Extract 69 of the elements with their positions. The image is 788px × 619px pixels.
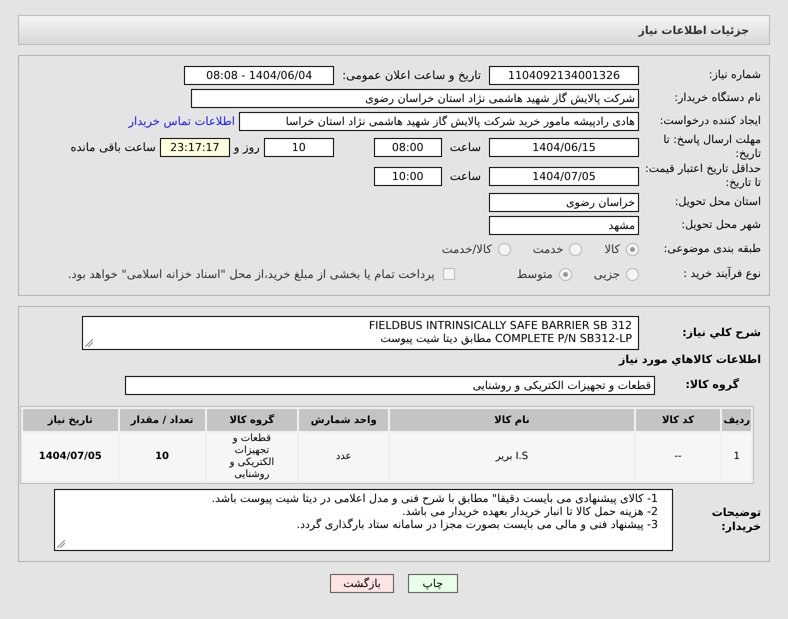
radio-label: متوسط — [516, 267, 553, 281]
field-label: نوع فرآيند خريد : — [682, 267, 762, 281]
need-number-field[interactable]: 1104092134001326 — [489, 66, 639, 84]
column-header: تعداد / مقدار — [120, 409, 205, 431]
column-header: رديف — [722, 409, 751, 431]
field-label: نام دستگاه خريدار: — [673, 91, 762, 105]
column-header: تاريخ نياز — [23, 409, 118, 431]
province-field[interactable]: خراسان رضوی — [489, 192, 639, 212]
resize-grip-icon[interactable] — [57, 540, 65, 548]
radio-label: کالا — [604, 242, 620, 256]
requester-field[interactable]: هادی رادپیشه مامور خرید شرکت پالایش گاز شهید هاشمی نژاد استان خراسا — [239, 112, 639, 130]
table-cell: 1 — [722, 433, 751, 481]
days-field[interactable]: 10 — [264, 138, 334, 156]
resize-grip-icon[interactable] — [85, 339, 93, 347]
announce-date-field[interactable]: 1404/06/04 - 08:08 — [184, 66, 334, 84]
time-label: ساعت — [450, 169, 481, 183]
field-label: توضيحات خريدار: — [710, 506, 762, 534]
radio-label: خدمت — [532, 242, 564, 256]
field-label: شماره نیاز: — [708, 68, 762, 82]
radio-button[interactable] — [626, 242, 639, 256]
description-line: COMPLETE P/N SB312-LP مطابق دیتا شیت پیوست — [379, 332, 632, 345]
field-label: گروه کالا: — [684, 378, 740, 392]
table-cell: 1404/07/05 — [23, 433, 118, 481]
deadline-time-field[interactable]: 08:00 — [374, 138, 442, 156]
radio-button[interactable] — [626, 268, 639, 280]
remaining-time-field: 23:17:17 — [160, 138, 230, 156]
section-title: اطلاعات کالاهاي مورد نياز — [618, 353, 762, 366]
field-label: مهلت ارسال پاسخ: تا تاريخ: — [662, 133, 762, 161]
column-header: گروه کالا — [206, 409, 298, 431]
page-title: جزئیات اطلاعات نیاز — [638, 24, 749, 36]
validity-date-field[interactable]: 1404/07/05 — [489, 166, 639, 186]
checkbox-label: پرداخت تمام يا بخشی از مبلغ خريد،از محل "اسناد خزانه اسلامی" خواهد بود. — [68, 267, 435, 281]
column-header: واحد شمارش — [299, 409, 388, 431]
note-line: 1- کالای پیشنهادی می بایست دقیقا" مطابق با شرح فنی و مدل اعلامی در دیتا شیت پیوست باشد. — [210, 492, 658, 505]
back-button[interactable]: بازگشت — [330, 574, 394, 593]
goods-group-field[interactable]: قطعات و تجهيزات الکتريکی و روشنايی — [125, 376, 655, 394]
remaining-label: ساعت باقی مانده — [70, 140, 156, 154]
buyer-org-field[interactable]: شرکت پالایش گاز شهید هاشمی نژاد استان خراسان رضوی — [191, 88, 639, 108]
field-label: شرح کلي نياز: — [681, 326, 762, 340]
field-label: تاريخ و ساعت اعلان عمومی: — [342, 68, 481, 82]
description-line: FIELDBUS INTRINSICALLY SAFE BARRIER SB 312 — [368, 319, 632, 332]
field-label: استان محل تحويل: — [674, 195, 762, 209]
validity-time-field[interactable]: 10:00 — [374, 166, 442, 186]
checkbox[interactable] — [442, 268, 455, 280]
table-cell: 10 — [120, 433, 205, 481]
radio-label: کالا/خدمت — [442, 242, 492, 256]
time-label: ساعت — [450, 140, 481, 154]
radio-label: جزیی — [594, 267, 620, 281]
radio-button[interactable] — [569, 242, 582, 256]
note-line: 2- هزینه حمل کالا تا انبار خریدار بعهده خریدار می باشد. — [400, 505, 658, 518]
deadline-date-field[interactable]: 1404/06/15 — [489, 138, 639, 156]
column-header: کد کالا — [636, 409, 720, 431]
buyer-contact-link[interactable]: اطلاعات تماس خريدار — [128, 114, 235, 128]
field-label: طبقه بندی موضوعی: — [662, 242, 762, 256]
field-label: ايجاد کننده درخواست: — [658, 114, 762, 128]
table-cell: I.S برير — [390, 433, 634, 481]
field-label: شهر محل تحويل: — [680, 218, 762, 232]
table-cell: عدد — [299, 433, 388, 481]
field-label: حداقل تاريخ اعتبار قيمت: تا تاريخ: — [644, 162, 762, 190]
buyer-notes-field[interactable] — [54, 489, 673, 551]
radio-button[interactable] — [558, 268, 572, 280]
radio-button[interactable] — [498, 242, 511, 256]
column-header: نام کالا — [390, 409, 634, 431]
table-cell: -- — [636, 433, 720, 481]
note-line: 3- پیشنهاد فنی و مالی می بایست بصورت مجزا در سامانه ستاد بارگذاری گردد. — [296, 518, 658, 531]
print-button[interactable]: چاپ — [408, 574, 458, 593]
table-cell: قطعات و تجهيزات الکتريکی و روشنايی — [206, 433, 298, 481]
city-field[interactable]: مشهد — [489, 216, 639, 234]
days-label: روز و — [234, 140, 260, 154]
